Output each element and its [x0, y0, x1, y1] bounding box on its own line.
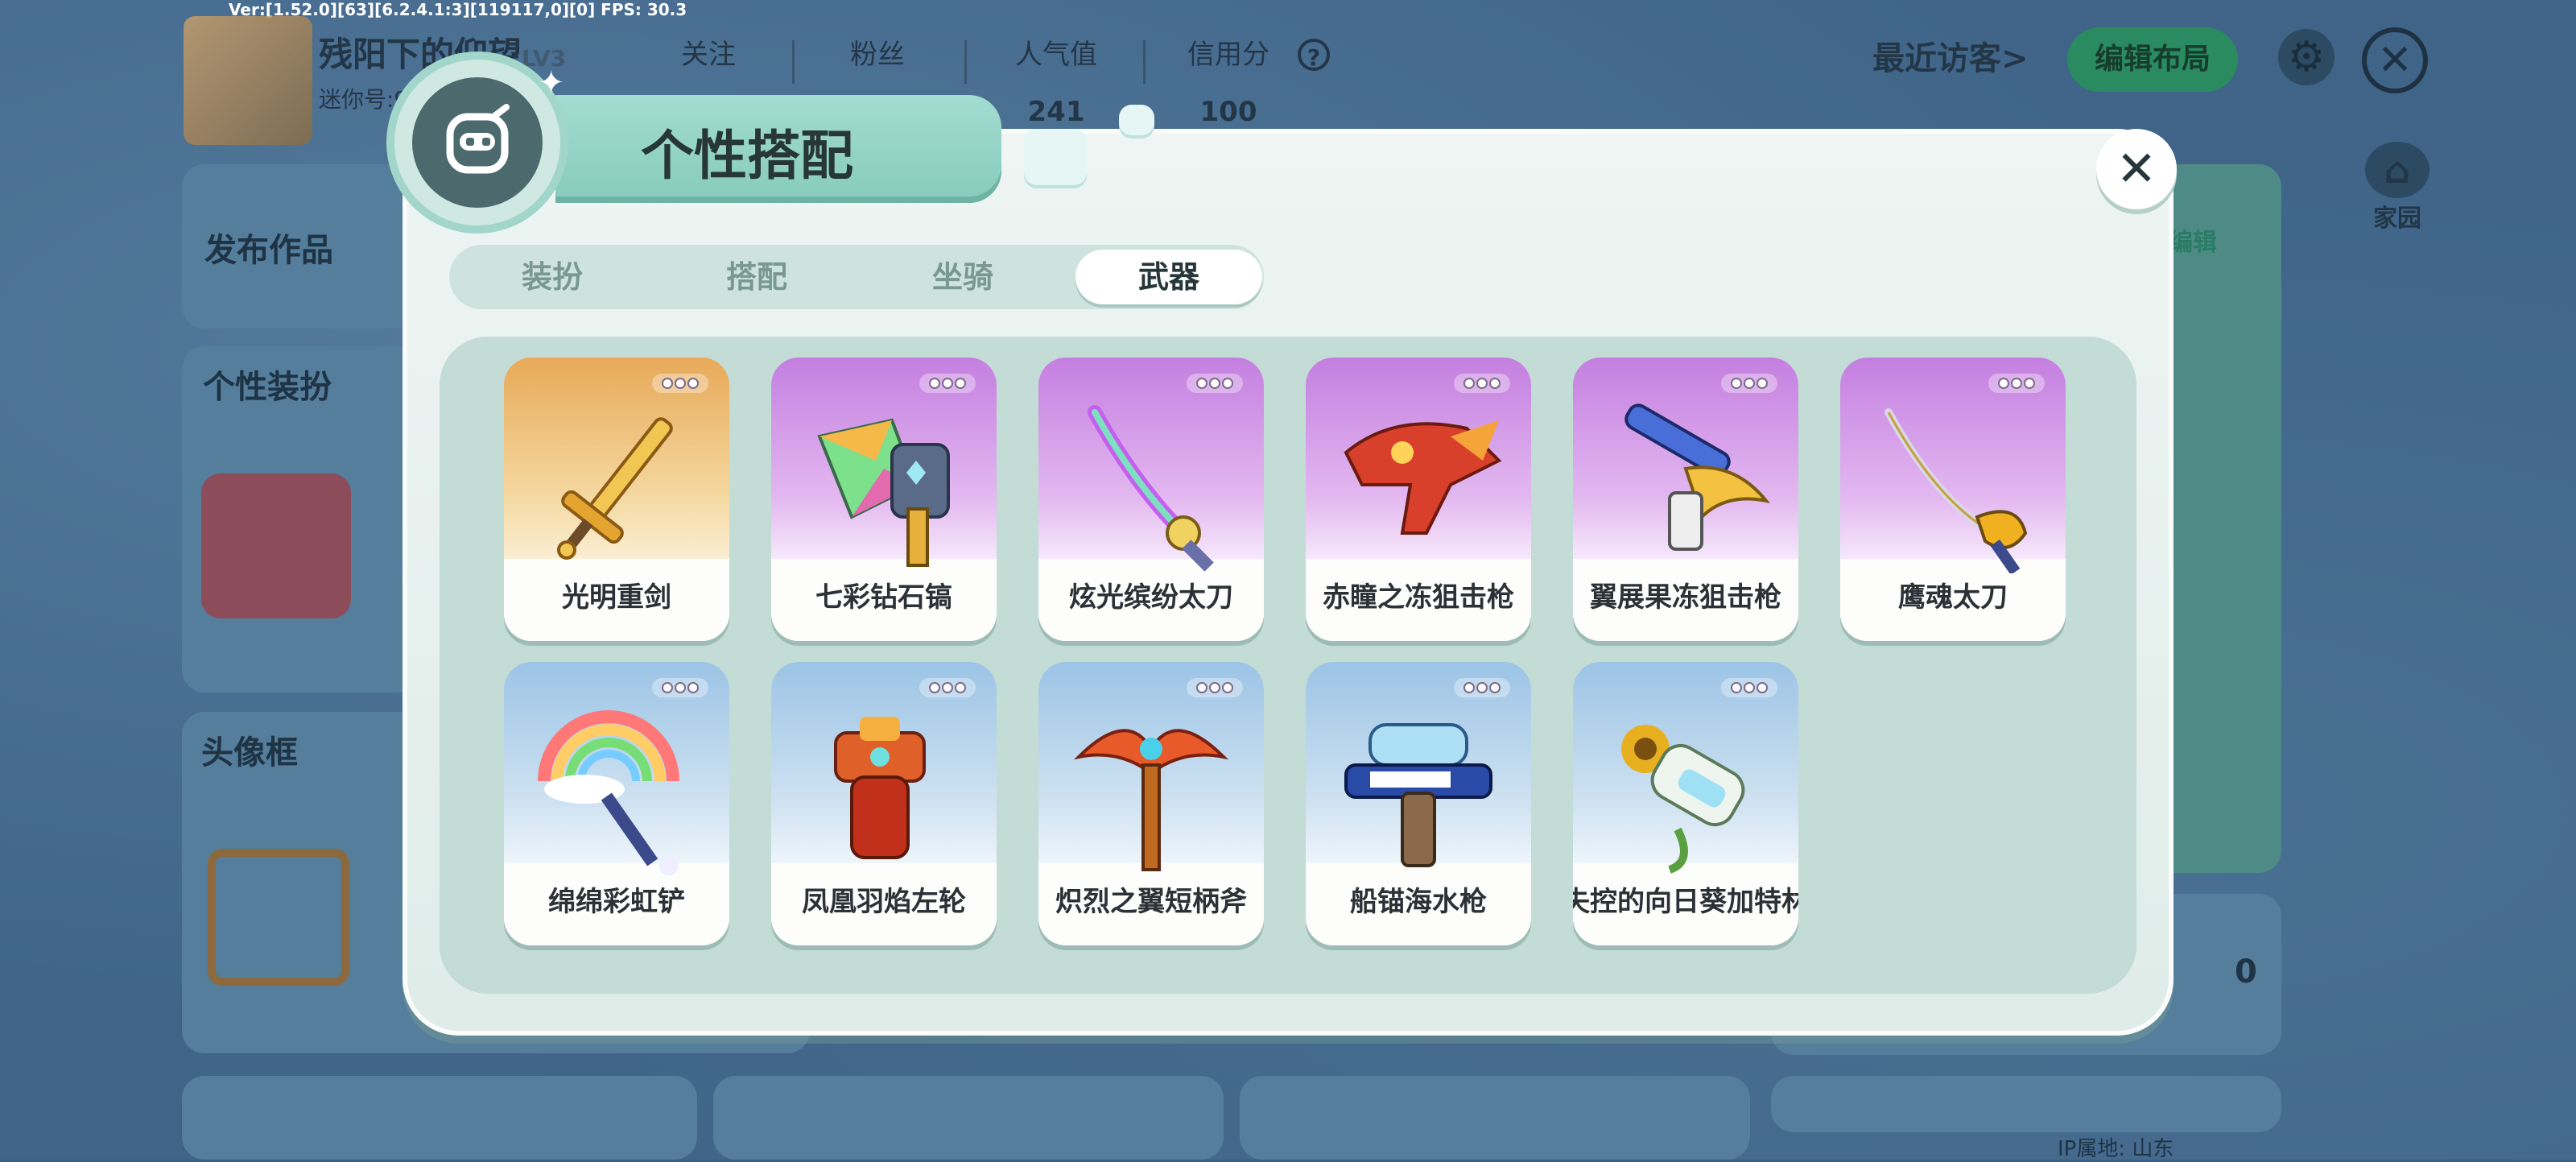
weapon-name: 凤凰羽焰左轮 — [802, 886, 966, 918]
more-options-icon[interactable] — [1454, 374, 1510, 393]
ip-location: IP属地: 山东 — [2058, 1137, 2174, 1161]
stat-value: 241 — [1027, 96, 1085, 128]
gear-icon[interactable]: ⚙ — [2278, 29, 2334, 85]
personal-outfit-title: 个性装扮 — [203, 369, 332, 406]
weapon-card[interactable]: 失控的向日葵加特林 — [1573, 662, 1798, 945]
weapon-card[interactable]: 炽烈之翼短柄斧 — [1038, 662, 1264, 945]
weapon-card[interactable]: 七彩钻石镐 — [771, 358, 997, 641]
weapon-name: 鹰魂太刀 — [1898, 581, 2008, 614]
weapon-name: 赤瞳之冻狙击枪 — [1323, 581, 1514, 614]
modal-title-badge — [394, 60, 560, 225]
fire-wing-axe-icon — [1073, 729, 1229, 871]
stat-label: 信用分 — [1187, 39, 1269, 71]
stat-divider — [792, 40, 795, 84]
profile-avatar[interactable] — [184, 16, 312, 145]
phoenix-revolver-icon — [834, 717, 926, 859]
weapon-card[interactable]: 凤凰羽焰左轮 — [771, 662, 997, 945]
winged-sniper-rifle-icon — [1624, 403, 1770, 551]
mini-id: 迷你号:9 — [319, 86, 409, 113]
weapon-name: 船锚海水枪 — [1350, 886, 1487, 918]
home-label: 家园 — [2373, 205, 2421, 233]
decor-square — [1024, 129, 1087, 185]
weapon-name: 炽烈之翼短柄斧 — [1055, 886, 1247, 918]
weapon-card[interactable]: 翼展果冻狙击枪 — [1573, 358, 1798, 641]
bottom-card — [1771, 1076, 2281, 1132]
stat-credit[interactable]: 信用分 100 — [1164, 32, 1293, 128]
weapon-card[interactable]: 鹰魂太刀 — [1840, 358, 2066, 641]
bottom-card — [182, 1076, 697, 1160]
more-options-icon[interactable] — [1721, 374, 1777, 393]
stat-divider — [964, 40, 967, 84]
zero-value: 0 — [2235, 953, 2257, 990]
weapon-name: 炫光缤纷太刀 — [1069, 581, 1233, 614]
hawk-katana-icon — [1885, 408, 2028, 573]
weapon-name: 绵绵彩虹铲 — [548, 886, 685, 918]
weapon-name: 光明重剑 — [562, 581, 671, 614]
more-options-icon[interactable] — [652, 374, 708, 393]
avatar-frame-thumbnail[interactable] — [208, 849, 349, 986]
stat-value: 100 — [1199, 96, 1257, 128]
rainbow-shovel-icon — [538, 710, 679, 875]
home-button[interactable]: ⌂ 家园 — [2359, 142, 2436, 234]
weapon-card[interactable]: 赤瞳之冻狙击枪 — [1306, 358, 1531, 641]
more-options-icon[interactable] — [1988, 374, 2045, 393]
red-sniper-rifle-icon — [1344, 420, 1502, 535]
weapon-name: 失控的向日葵加特林 — [1573, 886, 1798, 918]
weapon-card[interactable]: 炫光缤纷太刀 — [1038, 358, 1264, 641]
weapon-name: 翼展果冻狙击枪 — [1590, 581, 1781, 614]
tab-combo[interactable]: 搭配 — [663, 250, 850, 304]
rainbow-diamond-pickaxe-icon — [817, 418, 950, 567]
recent-visitors-link[interactable]: 最近访客> — [1872, 32, 2029, 79]
more-options-icon[interactable] — [1187, 374, 1243, 393]
more-options-icon[interactable] — [1454, 678, 1510, 697]
anchor-water-gun-icon — [1344, 723, 1492, 867]
tab-weapon[interactable]: 武器 — [1075, 250, 1262, 304]
ninja-face-icon — [412, 77, 543, 208]
stat-label: 粉丝 — [850, 39, 905, 71]
weapon-card[interactable]: 船锚海水枪 — [1306, 662, 1531, 945]
weapon-name: 七彩钻石镐 — [815, 581, 952, 614]
close-icon[interactable]: ✕ — [2362, 27, 2428, 93]
modal-close-button[interactable]: ✕ — [2096, 129, 2177, 209]
rainbow-katana-icon — [1088, 405, 1214, 572]
more-options-icon[interactable] — [1721, 678, 1777, 697]
house-icon: ⌂ — [2365, 142, 2429, 198]
weapon-card[interactable]: 光明重剑 — [504, 358, 729, 641]
tab-outfit[interactable]: 装扮 — [459, 250, 646, 304]
more-options-icon[interactable] — [652, 678, 708, 697]
avatar-frame-title: 头像框 — [201, 734, 298, 771]
help-icon[interactable]: ? — [1298, 39, 1330, 71]
more-options-icon[interactable] — [1187, 678, 1243, 697]
sparkle-icon: ✦ — [538, 64, 565, 101]
more-options-icon[interactable] — [919, 374, 976, 393]
modal-title: 个性搭配 — [641, 125, 853, 187]
outfit-thumbnail[interactable] — [201, 473, 351, 618]
more-options-icon[interactable] — [919, 678, 976, 697]
edit-tag[interactable]: 编辑 — [2169, 222, 2217, 258]
publish-works-title: 发布作品 — [204, 232, 333, 269]
weapon-card[interactable]: 绵绵彩虹铲 — [504, 662, 729, 945]
sunflower-gatling-icon — [1621, 725, 1745, 874]
edit-layout-button[interactable]: 编辑布局 — [2067, 27, 2238, 92]
tab-mount[interactable]: 坐骑 — [869, 250, 1056, 304]
decor-square — [1119, 105, 1154, 135]
stat-label: 关注 — [681, 39, 736, 71]
stat-popularity[interactable]: 人气值 241 — [992, 32, 1121, 128]
bottom-card — [1240, 1076, 1750, 1160]
bottom-card — [713, 1076, 1224, 1160]
golden-greatsword-icon — [556, 417, 673, 560]
modal-tab-bar: 装扮 搭配 坐骑 武器 — [449, 245, 1264, 309]
stat-label: 人气值 — [1015, 39, 1097, 71]
stat-divider — [1143, 40, 1146, 84]
